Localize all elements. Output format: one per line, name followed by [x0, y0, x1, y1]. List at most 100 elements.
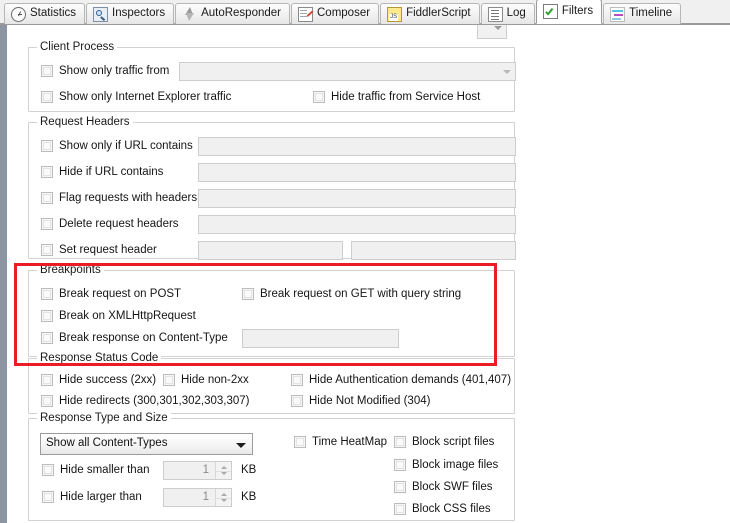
tab-autoresponder[interactable]: AutoResponder [175, 3, 290, 24]
tab-composer[interactable]: Composer [291, 3, 379, 24]
stepper-buttons[interactable] [215, 489, 231, 506]
checkbox-break-request-on-post[interactable] [41, 288, 53, 300]
main-tab-bar: Statistics Inspectors AutoResponder Comp… [0, 0, 730, 25]
group-legend-response-type-and-size: Response Type and Size [37, 412, 171, 424]
scrolled-combo-remnant[interactable] [477, 25, 507, 39]
checkbox-show-only-ie-traffic[interactable] [41, 91, 53, 103]
label-show-only-traffic-from: Show only traffic from [59, 65, 169, 78]
checkbox-block-image-files[interactable] [394, 459, 406, 471]
input-set-request-header-value[interactable] [351, 241, 516, 260]
label-block-script-files: Block script files [412, 436, 494, 449]
chevron-down-icon [494, 26, 502, 30]
label-delete-request-headers: Delete request headers [59, 218, 179, 231]
label-hide-redirects: Hide redirects (300,301,302,303,307) [59, 395, 250, 408]
magnifier-icon [93, 7, 108, 22]
tab-fiddlerscript[interactable]: FiddlerScript [380, 3, 480, 24]
label-hide-non-2xx: Hide non-2xx [181, 374, 249, 387]
stepper-hide-smaller-than[interactable]: 1 [163, 461, 232, 480]
tab-label: FiddlerScript [406, 8, 471, 20]
stepper-buttons[interactable] [215, 462, 231, 479]
checkbox-hide-smaller-than[interactable] [42, 464, 54, 476]
label-hide-smaller-than: Hide smaller than [60, 464, 149, 477]
input-set-request-header-name[interactable] [198, 241, 343, 260]
checkbox-flag-requests-with-headers[interactable] [41, 192, 53, 204]
group-legend-request-headers: Request Headers [37, 116, 133, 128]
checkbox-set-request-header[interactable] [41, 244, 53, 256]
checkbox-show-only-traffic-from[interactable] [41, 65, 53, 77]
checkbox-hide-not-modified[interactable] [291, 395, 303, 407]
label-hide-success-2xx: Hide success (2xx) [59, 374, 156, 387]
label-show-only-ie-traffic: Show only Internet Explorer traffic [59, 91, 231, 104]
checkbox-time-heatmap[interactable] [294, 436, 306, 448]
label-time-heatmap: Time HeatMap [312, 436, 387, 449]
checkbox-show-only-if-url-contains[interactable] [41, 140, 53, 152]
stepper-hide-larger-than[interactable]: 1 [163, 488, 232, 507]
tab-statistics[interactable]: Statistics [4, 3, 85, 24]
lightning-icon [182, 7, 197, 22]
checkbox-hide-success-2xx[interactable] [41, 374, 53, 386]
tab-filters[interactable]: Filters [536, 0, 602, 24]
process-select[interactable] [179, 62, 516, 81]
checkbox-hide-service-host-traffic[interactable] [313, 91, 325, 103]
label-hide-service-host-traffic: Hide traffic from Service Host [331, 91, 480, 104]
left-gutter-strip [0, 25, 7, 523]
group-legend-breakpoints: Breakpoints [37, 264, 104, 276]
group-client-process: Client Process Show only traffic from Sh… [28, 47, 515, 112]
checkbox-delete-request-headers[interactable] [41, 218, 53, 230]
group-response-type-and-size: Response Type and Size Show all Content-… [28, 418, 515, 521]
checkbox-hide-non-2xx[interactable] [163, 374, 175, 386]
label-hide-not-modified: Hide Not Modified (304) [309, 395, 430, 408]
label-break-response-on-content-type: Break response on Content-Type [59, 332, 228, 345]
content-type-select-value: Show all Content-Types [46, 437, 167, 449]
checkbox-block-swf-files[interactable] [394, 481, 406, 493]
checkbox-hide-larger-than[interactable] [42, 491, 54, 503]
label-hide-if-url-contains: Hide if URL contains [59, 166, 163, 179]
label-break-on-xmlhttprequest: Break on XMLHttpRequest [59, 310, 196, 323]
stepper-divider [216, 471, 231, 472]
input-show-only-if-url-contains[interactable] [198, 137, 516, 156]
stepper-divider [216, 498, 231, 499]
input-flag-requests-with-headers[interactable] [198, 189, 516, 208]
stepper-value: 1 [203, 464, 209, 476]
tab-label: Inspectors [112, 8, 165, 20]
stopwatch-icon [11, 7, 26, 22]
chevron-down-icon [236, 443, 246, 448]
tab-label: Filters [562, 6, 593, 18]
tab-label: Timeline [629, 8, 672, 20]
label-hide-larger-than: Hide larger than [60, 491, 142, 504]
checkbox-break-request-on-get-query[interactable] [242, 288, 254, 300]
group-legend-client-process: Client Process [37, 41, 117, 53]
label-break-request-on-post: Break request on POST [59, 288, 181, 301]
input-break-response-content-type[interactable] [242, 329, 399, 348]
js-script-icon [387, 7, 402, 22]
label-show-only-if-url-contains: Show only if URL contains [59, 140, 193, 153]
checkbox-break-response-on-content-type[interactable] [41, 332, 53, 344]
input-hide-if-url-contains[interactable] [198, 163, 516, 182]
tab-inspectors[interactable]: Inspectors [86, 3, 174, 24]
label-set-request-header: Set request header [59, 244, 157, 257]
checkbox-block-css-files[interactable] [394, 503, 406, 515]
label-block-image-files: Block image files [412, 459, 498, 472]
checkbox-hide-redirects[interactable] [41, 395, 53, 407]
label-block-css-files: Block CSS files [412, 503, 491, 516]
label-break-request-on-get-query: Break request on GET with query string [260, 288, 461, 301]
group-breakpoints: Breakpoints Break request on POST Break … [28, 270, 515, 357]
checkbox-break-on-xmlhttprequest[interactable] [41, 310, 53, 322]
group-request-headers: Request Headers Show only if URL contain… [28, 122, 515, 259]
checkbox-hide-if-url-contains[interactable] [41, 166, 53, 178]
document-lines-icon [488, 7, 503, 22]
checkbox-hide-authentication-demands[interactable] [291, 374, 303, 386]
notepad-pencil-icon [298, 7, 313, 22]
tab-log[interactable]: Log [481, 3, 535, 24]
tab-label: AutoResponder [201, 8, 281, 20]
input-delete-request-headers[interactable] [198, 215, 516, 234]
content-type-select[interactable]: Show all Content-Types [40, 433, 253, 455]
tab-label: Composer [317, 8, 370, 20]
stepper-value: 1 [203, 491, 209, 503]
tab-timeline[interactable]: Timeline [603, 3, 681, 24]
chevron-down-icon [503, 70, 511, 74]
filters-panel: Client Process Show only traffic from Sh… [7, 25, 730, 523]
checkbox-block-script-files[interactable] [394, 436, 406, 448]
green-check-icon [543, 4, 558, 19]
unit-label-kb-smaller: KB [241, 464, 256, 476]
